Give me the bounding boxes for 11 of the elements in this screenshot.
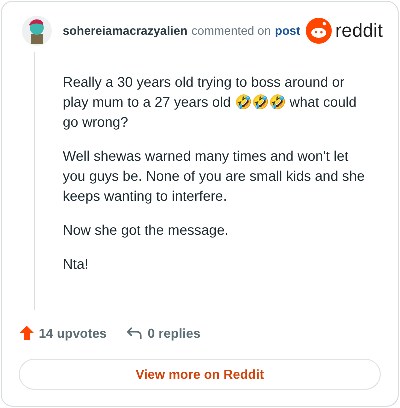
comment-paragraph: Now she got the message. [63, 221, 230, 240]
upvote-count: 14 upvotes [39, 324, 107, 343]
reply-count: 0 replies [148, 324, 201, 343]
post-link[interactable]: post [275, 22, 300, 40]
username[interactable]: sohereiamacrazyalien [63, 22, 188, 40]
view-more-button[interactable]: View more on Reddit [19, 359, 381, 390]
action-text: commented on [192, 23, 272, 40]
reddit-wordmark: reddit [335, 22, 384, 40]
comment-paragraph: Really a 30 years old trying to boss around or play mum to a 27 years old 🤣🤣🤣 what could go wrong? [63, 73, 358, 132]
comment-paragraph: Well shewas warned many times and won't let you guys be. None of you are small kids and she keeps wanting to interfere. [63, 147, 366, 206]
comment-paragraph: Nta! [63, 255, 90, 274]
